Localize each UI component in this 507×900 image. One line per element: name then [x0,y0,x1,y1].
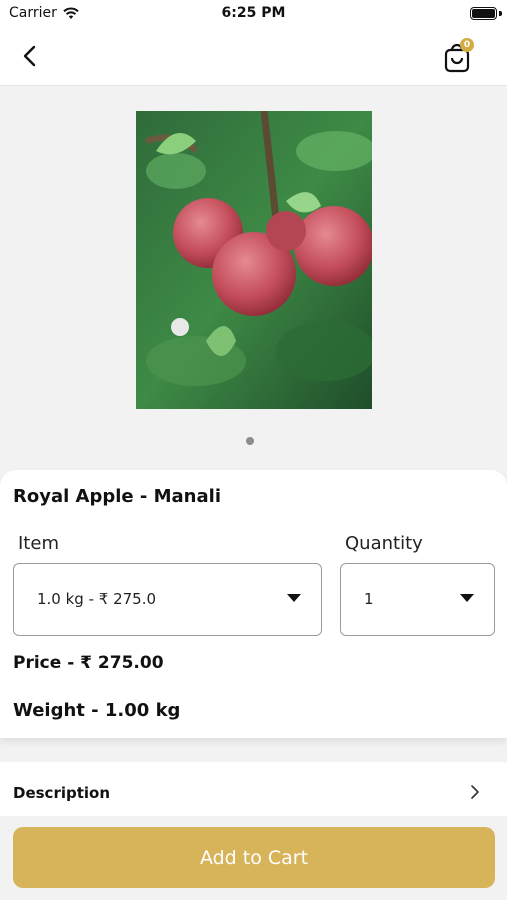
quantity-dropdown[interactable]: 1 [340,563,495,636]
chevron-right-icon [471,785,479,799]
carousel-page-indicator [246,437,254,445]
back-chevron-icon[interactable] [16,42,44,70]
description-row[interactable]: Description [0,762,507,816]
battery-nub [499,11,502,16]
dropdown-caret-icon [287,594,301,602]
dropdown-caret-icon [460,594,474,602]
status-bar: Carrier 6:25 PM [0,0,507,28]
description-label: Description [13,784,111,802]
add-to-cart-button[interactable]: Add to Cart [13,827,495,888]
battery-icon [470,7,497,20]
product-details-card: Royal Apple - Manali Item Quantity 1.0 k… [0,470,507,738]
product-title: Royal Apple - Manali [13,486,221,507]
status-time: 6:25 PM [221,5,286,21]
item-variant-value: 1.0 kg - ₹ 275.0 [37,590,157,608]
cart-count-badge: 0 [460,38,474,52]
weight-text: Weight - 1.00 kg [13,700,181,721]
price-text: Price - ₹ 275.00 [13,653,164,673]
apple-photo-icon [136,111,372,409]
item-variant-dropdown[interactable]: 1.0 kg - ₹ 275.0 [13,563,322,636]
product-image-carousel[interactable] [0,87,507,470]
quantity-value: 1 [364,590,374,608]
item-label: Item [18,533,59,554]
product-image [136,111,372,409]
navigation-bar [0,28,507,86]
quantity-label: Quantity [345,533,423,554]
